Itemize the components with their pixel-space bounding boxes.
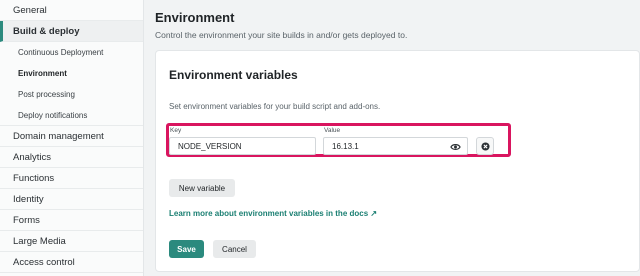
sidebar-item-domain-management[interactable]: Domain management: [0, 126, 143, 147]
sidebar-subitem-label: Continuous Deployment: [18, 48, 104, 57]
sidebar-item-access-control[interactable]: Access control: [0, 252, 143, 273]
sidebar-item-label: Access control: [13, 256, 75, 268]
sidebar-subitem-label: Environment: [18, 69, 67, 78]
docs-link[interactable]: Learn more about environment variables i…: [169, 209, 377, 218]
sidebar-item-large-media[interactable]: Large Media: [0, 231, 143, 252]
eye-icon[interactable]: [450, 142, 461, 152]
sidebar-item-build-deploy[interactable]: Build & deploy: [0, 21, 143, 42]
sidebar-subitem-post-processing[interactable]: Post processing: [0, 84, 143, 105]
cancel-button[interactable]: Cancel: [213, 240, 256, 258]
sidebar-item-label: Domain management: [13, 130, 104, 142]
value-input-value: 16.13.1: [332, 141, 359, 151]
sidebar-item-label: Analytics: [13, 151, 52, 163]
key-label: Key: [170, 127, 182, 134]
sidebar-subitem-label: Post processing: [18, 90, 75, 99]
value-input[interactable]: 16.13.1: [323, 137, 468, 155]
save-label: Save: [177, 244, 196, 254]
key-input-value: NODE_VERSION: [178, 141, 242, 151]
sidebar-item-label: General: [13, 4, 47, 16]
sidebar-item-general[interactable]: General: [0, 0, 143, 21]
remove-icon: [480, 141, 490, 151]
sidebar-item-identity[interactable]: Identity: [0, 189, 143, 210]
new-variable-button[interactable]: New variable: [169, 179, 235, 197]
sidebar-item-functions[interactable]: Functions: [0, 168, 143, 189]
sidebar-subitem-label: Deploy notifications: [18, 110, 88, 120]
cancel-label: Cancel: [222, 244, 247, 254]
env-variables-card: Environment variables Set environment va…: [155, 50, 640, 272]
page-title: Environment: [155, 10, 235, 25]
sidebar-subitem-environment[interactable]: Environment: [0, 63, 143, 84]
remove-variable-button[interactable]: [476, 137, 494, 155]
sidebar-item-analytics[interactable]: Analytics: [0, 147, 143, 168]
sidebar-item-forms[interactable]: Forms: [0, 210, 143, 231]
card-title: Environment variables: [169, 68, 298, 82]
new-variable-label: New variable: [178, 183, 226, 193]
sidebar-item-label: Build & deploy: [13, 25, 80, 37]
sidebar-item-label: Forms: [13, 214, 40, 226]
save-button[interactable]: Save: [169, 240, 204, 258]
sidebar-subitem-continuous-deployment[interactable]: Continuous Deployment: [0, 42, 143, 63]
sidebar-subitem-deploy-notifications[interactable]: Deploy notifications: [0, 105, 143, 126]
sidebar: General Build & deploy Continuous Deploy…: [0, 0, 144, 276]
page-description: Control the environment your site builds…: [155, 30, 408, 40]
sidebar-item-label: Large Media: [13, 235, 66, 247]
card-description: Set environment variables for your build…: [169, 102, 381, 111]
sidebar-item-label: Identity: [13, 193, 44, 205]
sidebar-item-label: Functions: [13, 172, 55, 184]
key-input[interactable]: NODE_VERSION: [169, 137, 316, 155]
value-label: Value: [324, 127, 341, 134]
